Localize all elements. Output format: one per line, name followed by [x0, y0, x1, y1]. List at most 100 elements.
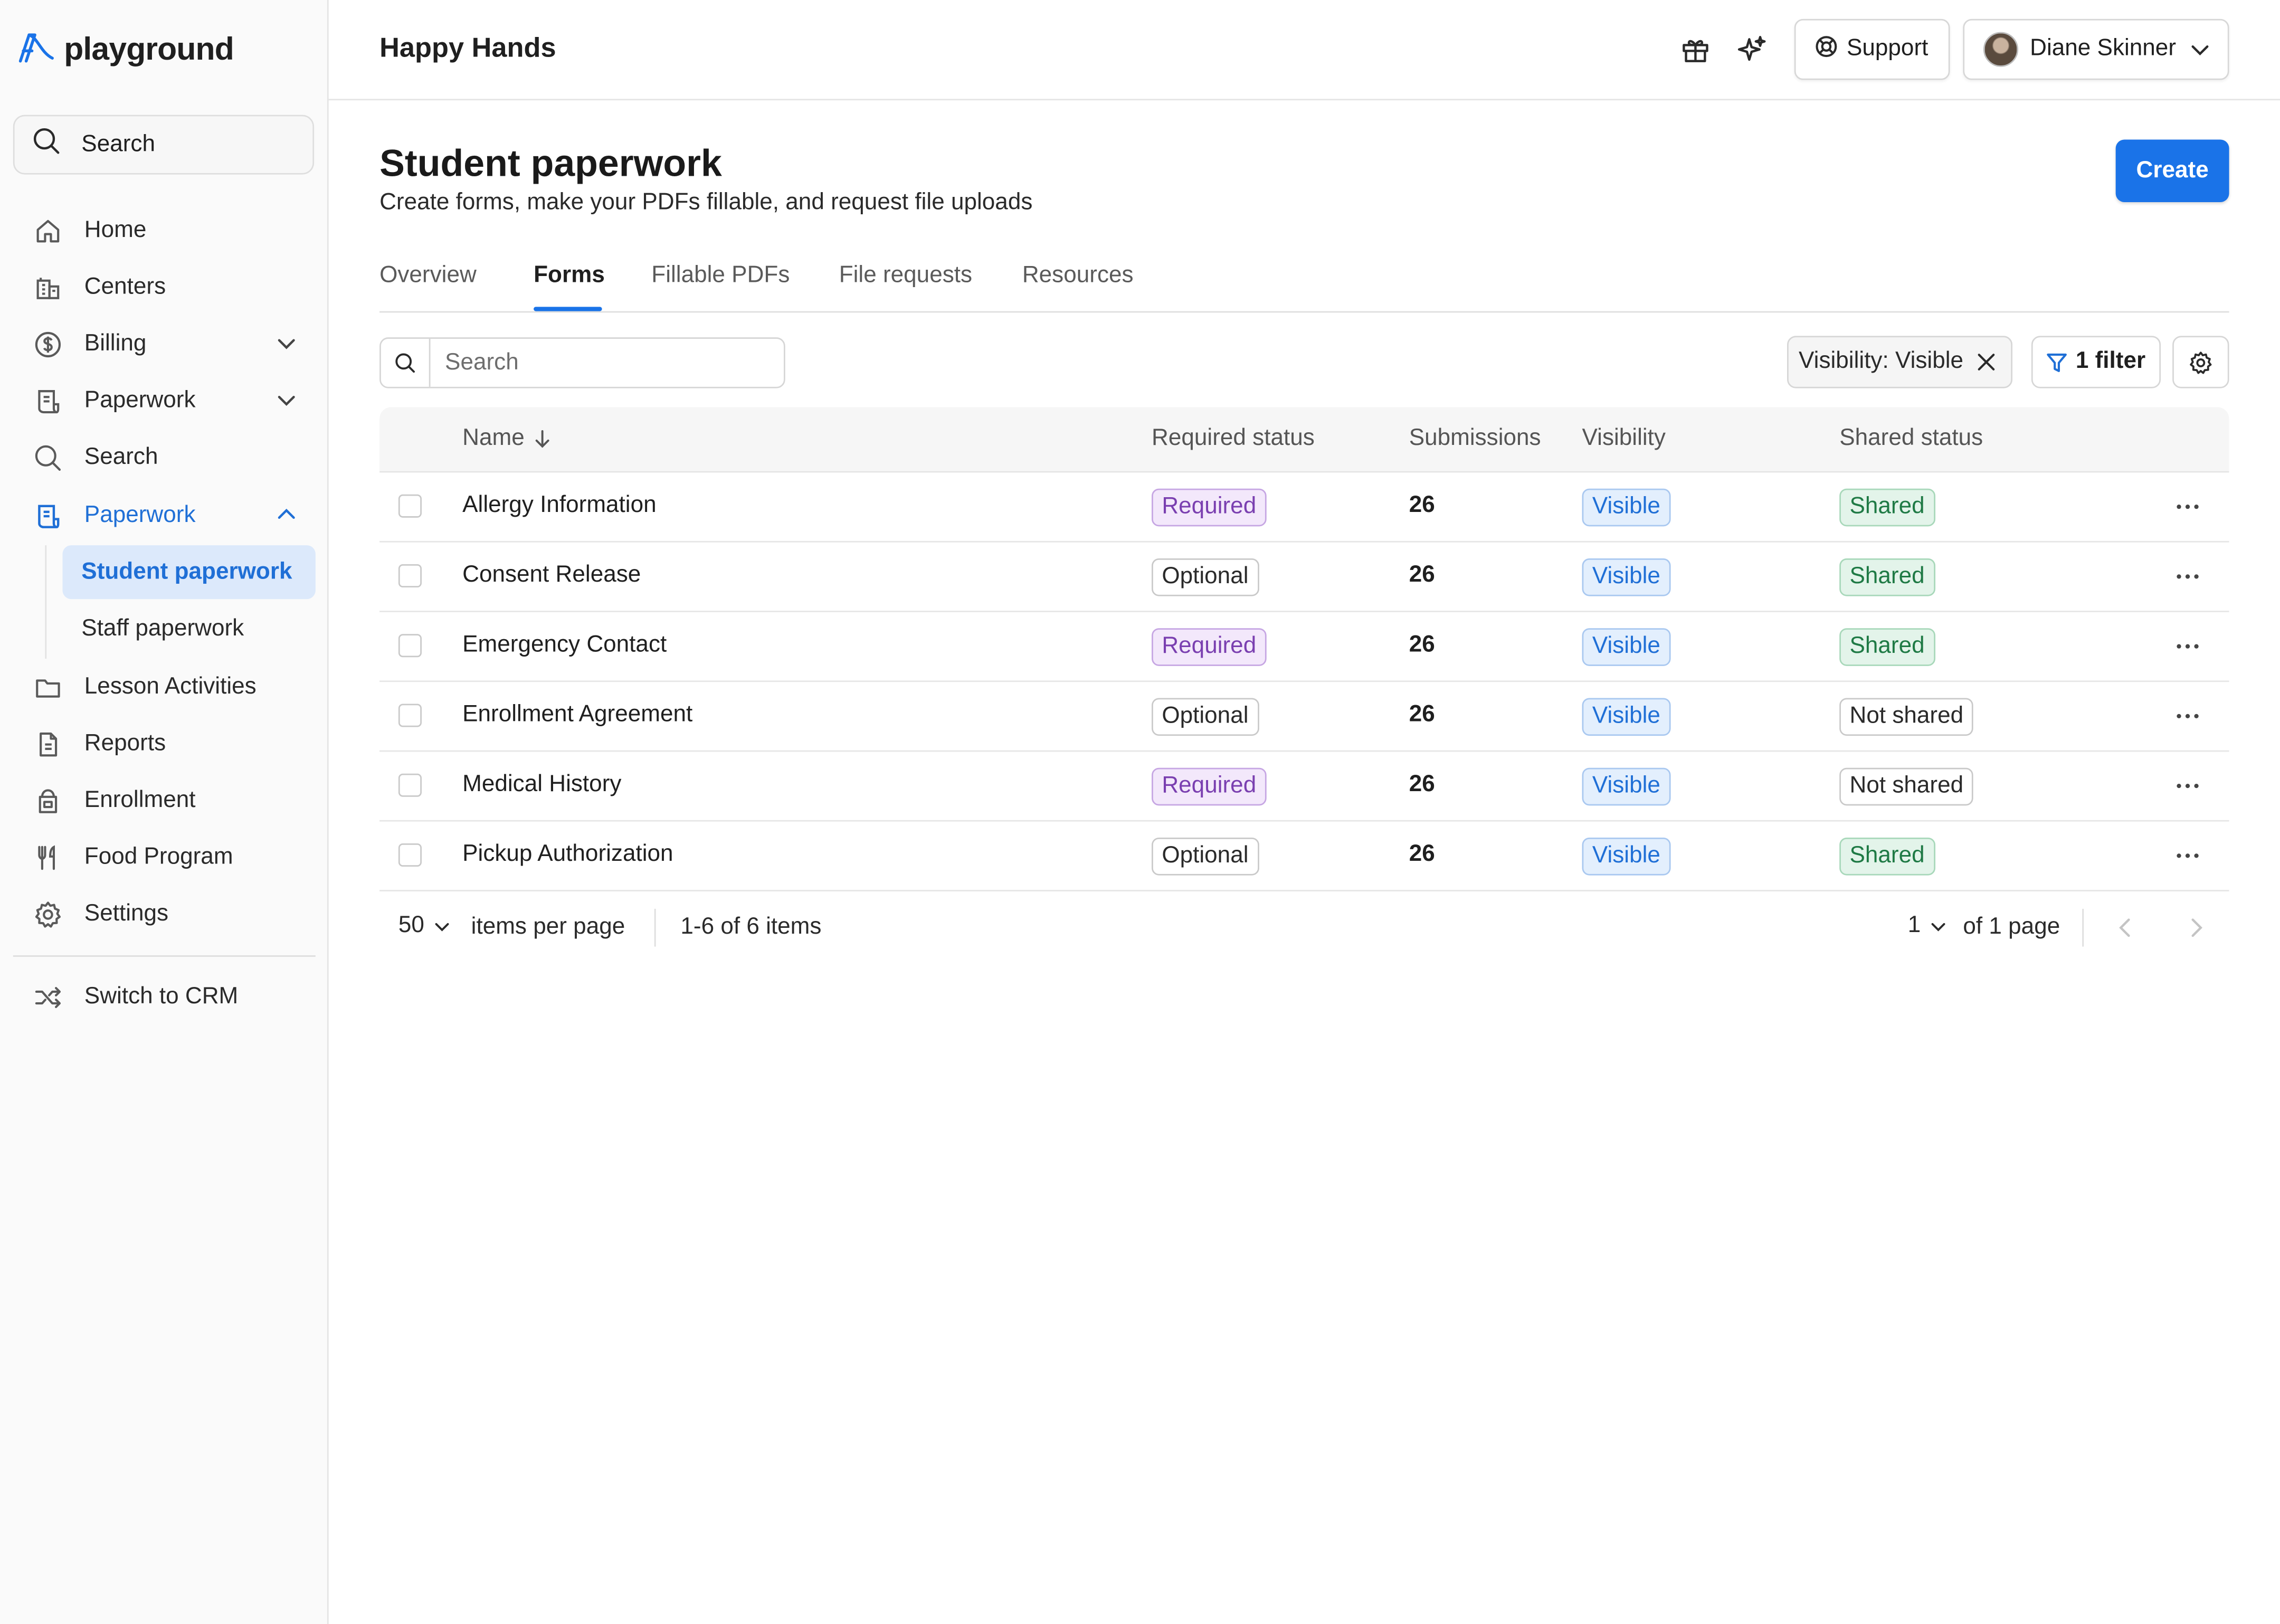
sidebar-item-centers[interactable]: Centers	[13, 260, 316, 314]
chevron-down-icon[interactable]	[275, 331, 298, 355]
chevron-up-icon[interactable]	[275, 503, 298, 526]
page-title: Student paperwork	[379, 141, 722, 185]
sidebar-item-label: Paperwork	[84, 387, 196, 413]
form-name[interactable]: Allergy Information	[462, 493, 657, 519]
row-checkbox[interactable]	[398, 564, 422, 588]
more-actions-icon[interactable]	[2177, 853, 2199, 858]
more-actions-icon[interactable]	[2177, 783, 2199, 789]
form-name[interactable]: Medical History	[462, 772, 621, 799]
user-menu-button[interactable]: Diane Skinner	[1963, 18, 2229, 80]
sidebar-item-food-program[interactable]: Food Program	[13, 830, 316, 884]
row-checkbox[interactable]	[398, 494, 422, 518]
table-row[interactable]: Consent Release Optional 26 Visible Shar…	[379, 543, 2229, 612]
row-checkbox[interactable]	[398, 634, 422, 658]
gift-icon[interactable]	[1679, 33, 1712, 65]
gear-icon	[32, 898, 64, 930]
form-name[interactable]: Emergency Contact	[462, 632, 667, 659]
tab-forms[interactable]: Forms	[534, 263, 605, 290]
sidebar-item-label: Billing	[84, 330, 147, 356]
filter-button-label: 1 filter	[2075, 349, 2146, 374]
sidebar-item-paperwork[interactable]: Paperwork	[13, 374, 316, 428]
sidebar-item-label: Food Program	[84, 844, 233, 869]
search-icon	[32, 127, 61, 163]
more-actions-icon[interactable]	[2177, 714, 2199, 719]
visibility-badge: Visible	[1582, 628, 1671, 666]
tab-resources[interactable]: Resources	[1022, 263, 1134, 290]
gear-icon	[2188, 350, 2213, 375]
current-page: 1	[1907, 913, 1921, 938]
top-header: Happy Hands Support Diane Skinner	[328, 0, 2280, 101]
form-name[interactable]: Consent Release	[462, 563, 641, 589]
chevron-down-icon	[2188, 38, 2211, 61]
tab-overview[interactable]: Overview	[379, 263, 477, 290]
sparkle-icon[interactable]	[1736, 33, 1769, 65]
form-name[interactable]: Pickup Authorization	[462, 842, 673, 868]
required-status-badge: Optional	[1152, 558, 1259, 596]
filter-chip-label: Visibility: Visible	[1799, 349, 1964, 374]
pager-divider	[654, 908, 656, 947]
submissions-count: 26	[1409, 842, 1435, 867]
column-header-required-status[interactable]: Required status	[1152, 426, 1315, 452]
sidebar-item-billing[interactable]: Billing	[13, 317, 316, 371]
per-page-select[interactable]: 50	[398, 913, 451, 939]
sidebar-item-home[interactable]: Home	[13, 204, 316, 258]
sidebar-item-search[interactable]: Search	[13, 431, 316, 485]
main-content: Student paperwork Create forms, make you…	[329, 100, 2280, 1624]
submissions-count: 26	[1409, 632, 1435, 658]
row-checkbox[interactable]	[398, 773, 422, 797]
per-page-value: 50	[398, 913, 424, 938]
column-header-visibility[interactable]: Visibility	[1582, 426, 1666, 452]
shared-status-badge: Shared	[1839, 628, 1935, 666]
sidebar-subitem-staff-paperwork[interactable]: Staff paperwork	[62, 602, 315, 656]
sidebar-search[interactable]: Search	[13, 115, 315, 175]
sidebar-divider	[13, 955, 316, 957]
brand-logo[interactable]: playground	[17, 29, 234, 70]
support-button[interactable]: Support	[1794, 18, 1950, 80]
table-row[interactable]: Emergency Contact Required 26 Visible Sh…	[379, 612, 2229, 682]
chevron-left-icon[interactable]	[2114, 916, 2138, 947]
sidebar-item-label: Search	[84, 444, 158, 469]
sidebar-item-enrollment[interactable]: Enrollment	[13, 774, 316, 828]
search-icon	[381, 338, 431, 387]
sidebar-item-lesson-activities[interactable]: Lesson Activities	[13, 660, 316, 714]
sidebar-item-reports[interactable]: Reports	[13, 717, 316, 771]
filter-chip-visibility[interactable]: Visibility: Visible	[1787, 336, 2013, 388]
column-header-submissions[interactable]: Submissions	[1409, 426, 1541, 452]
close-icon[interactable]	[1977, 352, 1997, 373]
sidebar-item-settings[interactable]: Settings	[13, 887, 316, 941]
table-row[interactable]: Medical History Required 26 Visible Not …	[379, 752, 2229, 822]
create-button[interactable]: Create	[2115, 139, 2229, 202]
page-subtitle: Create forms, make your PDFs fillable, a…	[379, 190, 1033, 215]
utensils-icon	[32, 841, 64, 873]
filter-button[interactable]: 1 filter	[2031, 336, 2161, 388]
tab-fillable-pdfs[interactable]: Fillable PDFs	[651, 263, 790, 290]
more-actions-icon[interactable]	[2177, 505, 2199, 509]
page-select[interactable]: 1	[1908, 913, 1947, 939]
submissions-count: 26	[1409, 563, 1435, 588]
avatar	[1983, 32, 2019, 67]
dollar-icon	[32, 328, 64, 360]
chevron-right-icon[interactable]	[2184, 916, 2207, 947]
table-row[interactable]: Allergy Information Required 26 Visible …	[379, 472, 2229, 543]
more-actions-icon[interactable]	[2177, 574, 2199, 579]
app-root: playground Search Home Centers Billing P…	[0, 0, 2280, 1624]
sidebar-item-paperwork-active[interactable]: Paperwork	[13, 489, 316, 543]
more-actions-icon[interactable]	[2177, 644, 2199, 649]
sidebar-subitem-student-paperwork[interactable]: Student paperwork	[62, 545, 316, 600]
form-name[interactable]: Enrollment Agreement	[462, 702, 692, 729]
row-checkbox[interactable]	[398, 704, 422, 727]
tab-file-requests[interactable]: File requests	[839, 263, 972, 290]
chevron-down-icon[interactable]	[275, 388, 298, 412]
switch-to-crm[interactable]: Switch to CRM	[13, 970, 316, 1024]
table-search-input[interactable]: Search	[379, 337, 785, 388]
table-row[interactable]: Enrollment Agreement Optional 26 Visible…	[379, 682, 2229, 752]
document-icon	[32, 385, 64, 417]
row-checkbox[interactable]	[398, 843, 422, 867]
sidebar-item-label: Enrollment	[84, 787, 196, 812]
folder-icon	[32, 671, 64, 703]
column-header-shared-status[interactable]: Shared status	[1839, 426, 1983, 452]
column-header-label: Name	[462, 426, 525, 451]
column-header-name[interactable]: Name	[462, 426, 550, 452]
table-row[interactable]: Pickup Authorization Optional 26 Visible…	[379, 822, 2229, 891]
table-settings-button[interactable]	[2172, 336, 2229, 388]
